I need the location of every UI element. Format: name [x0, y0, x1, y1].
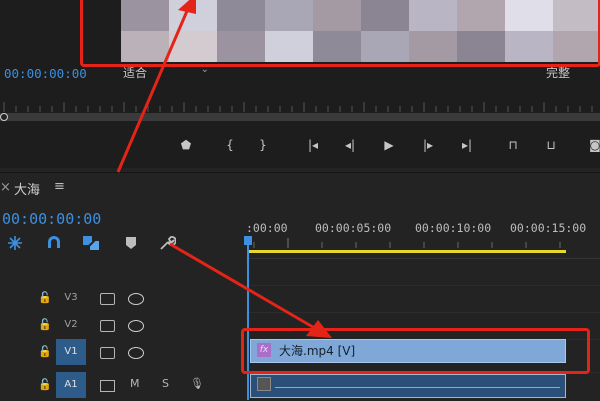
- ruler-label: 00:00:15:00: [510, 221, 587, 235]
- add-marker-icon[interactable]: [122, 234, 140, 252]
- sync-lock-icon[interactable]: [100, 293, 115, 305]
- highlight-box-clip: [241, 328, 590, 374]
- step-back-icon[interactable]: ◂|: [340, 137, 360, 153]
- mark-out-icon[interactable]: }: [253, 137, 273, 153]
- track-header-a1: 🔓 A1 M S 🎙: [0, 372, 246, 398]
- monitor-scrub-handle[interactable]: [0, 113, 8, 121]
- export-frame-icon[interactable]: ◙: [585, 137, 600, 153]
- audio-waveform: [275, 387, 560, 388]
- step-forward-icon[interactable]: |▸: [418, 137, 438, 153]
- sync-lock-icon[interactable]: [100, 380, 115, 392]
- lock-icon[interactable]: 🔓: [38, 345, 52, 358]
- timeline-ruler-ticks: [253, 238, 561, 248]
- close-icon[interactable]: ×: [0, 180, 11, 195]
- ruler-label: 00:00:05:00: [315, 221, 392, 235]
- eye-icon[interactable]: [128, 320, 144, 332]
- playhead-line[interactable]: [247, 240, 249, 400]
- track-target[interactable]: V1: [56, 339, 86, 365]
- ruler-label: :00:00: [246, 221, 288, 235]
- fit-select-value: 适合: [123, 66, 148, 80]
- highlight-box-preview: [80, 0, 600, 67]
- extract-icon[interactable]: ⊔: [541, 137, 561, 153]
- mute-button[interactable]: M: [130, 377, 140, 390]
- linked-selection-icon[interactable]: [82, 234, 100, 252]
- work-area-bar[interactable]: [249, 250, 566, 253]
- sequence-tab[interactable]: 大海: [14, 179, 40, 198]
- track-target[interactable]: V2: [56, 312, 86, 338]
- panel-menu-icon[interactable]: ≡: [54, 179, 65, 194]
- solo-button[interactable]: S: [162, 377, 169, 390]
- lock-icon[interactable]: 🔓: [38, 291, 52, 304]
- timeline-timecode[interactable]: 00:00:00:00: [2, 210, 101, 228]
- monitor-ruler[interactable]: [0, 98, 600, 112]
- mark-in-icon[interactable]: {: [220, 137, 240, 153]
- track-target[interactable]: A1: [56, 372, 86, 398]
- fx-badge-icon[interactable]: [257, 377, 271, 391]
- go-to-out-icon[interactable]: ▸|: [457, 137, 477, 153]
- playhead-handle[interactable]: [244, 236, 252, 245]
- monitor-scrub-bar[interactable]: [0, 113, 600, 121]
- snap-icon[interactable]: [45, 234, 63, 252]
- divider: [246, 258, 600, 259]
- nest-icon[interactable]: [6, 234, 24, 252]
- sync-lock-icon[interactable]: [100, 320, 115, 332]
- lift-icon[interactable]: ⊓: [503, 137, 523, 153]
- add-marker-icon[interactable]: ⬟: [176, 137, 196, 153]
- ruler-label: 00:00:10:00: [415, 221, 492, 235]
- track-lane[interactable]: [246, 285, 600, 312]
- wrench-icon[interactable]: [158, 234, 176, 252]
- microphone-icon[interactable]: 🎙: [190, 377, 204, 390]
- lock-icon[interactable]: 🔓: [38, 318, 52, 331]
- track-target[interactable]: V3: [56, 285, 86, 311]
- eye-icon[interactable]: [128, 293, 144, 305]
- track-header-v2: 🔓 V2: [0, 312, 246, 338]
- lock-icon[interactable]: 🔓: [38, 378, 52, 391]
- go-to-in-icon[interactable]: |◂: [303, 137, 323, 153]
- audio-clip[interactable]: [250, 374, 566, 398]
- track-header-v1: 🔓 V1: [0, 339, 246, 365]
- track-header-v3: 🔓 V3: [0, 285, 246, 311]
- play-icon[interactable]: ▶: [379, 137, 399, 153]
- sync-lock-icon[interactable]: [100, 347, 115, 359]
- eye-icon[interactable]: [128, 347, 144, 359]
- monitor-timecode[interactable]: 00:00:00:00: [4, 66, 87, 81]
